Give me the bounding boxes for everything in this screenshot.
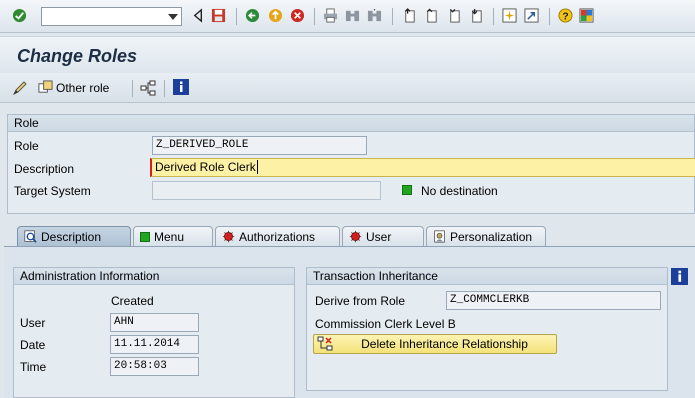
tab-description-label: Description bbox=[41, 229, 102, 244]
display-change-icon[interactable] bbox=[12, 80, 28, 96]
red-status-icon bbox=[349, 230, 362, 243]
tab-user[interactable]: User bbox=[342, 226, 424, 246]
date-field[interactable]: 11.11.2014 bbox=[110, 335, 199, 354]
next-page-icon[interactable] bbox=[447, 8, 462, 23]
derive-from-role-field[interactable]: Z_COMMCLERKB bbox=[446, 291, 661, 310]
new-session-icon[interactable] bbox=[502, 8, 517, 23]
destination-status: No destination bbox=[421, 184, 498, 198]
personalization-icon bbox=[434, 230, 445, 243]
print-icon[interactable] bbox=[323, 8, 338, 23]
status-indicator-icon bbox=[402, 185, 412, 195]
tab-description[interactable]: Description bbox=[17, 226, 131, 246]
find-next-icon[interactable] bbox=[367, 8, 382, 23]
save-icon[interactable] bbox=[211, 8, 226, 23]
info-icon[interactable] bbox=[173, 79, 189, 95]
description-value: Derived Role Clerk bbox=[155, 160, 256, 174]
magnifier-icon bbox=[24, 230, 37, 243]
role-group: Role Role Z_DERIVED_ROLE Description Der… bbox=[7, 114, 695, 214]
first-page-icon[interactable] bbox=[402, 8, 417, 23]
tab-authorizations[interactable]: Authorizations bbox=[215, 226, 340, 246]
transaction-inheritance-group: Transaction Inheritance Derive from Role… bbox=[306, 267, 668, 391]
svg-text:?: ? bbox=[562, 11, 568, 22]
date-label: Date bbox=[20, 338, 46, 352]
find-icon[interactable] bbox=[345, 8, 360, 23]
created-header: Created bbox=[111, 294, 154, 308]
red-status-icon bbox=[222, 230, 235, 243]
derive-from-role-label: Derive from Role bbox=[315, 294, 406, 308]
time-label: Time bbox=[20, 360, 47, 374]
delete-inheritance-button[interactable]: Delete Inheritance Relationship bbox=[313, 334, 557, 354]
tab-personalization-label: Personalization bbox=[450, 229, 533, 244]
tab-user-label: User bbox=[366, 229, 392, 244]
other-role-label: Other role bbox=[56, 80, 110, 95]
tab-authorizations-label: Authorizations bbox=[239, 229, 316, 244]
system-toolbar: ? bbox=[0, 0, 695, 33]
shortcut-icon[interactable] bbox=[524, 8, 539, 23]
exit-icon[interactable] bbox=[268, 8, 283, 23]
cancel-icon[interactable] bbox=[290, 8, 305, 23]
help-icon[interactable]: ? bbox=[558, 8, 573, 23]
other-role-button[interactable]: Other role bbox=[38, 80, 109, 95]
layout-icon[interactable] bbox=[579, 8, 594, 23]
delete-inheritance-label: Delete Inheritance Relationship bbox=[361, 337, 528, 351]
tab-menu[interactable]: Menu bbox=[133, 226, 213, 246]
role-field[interactable]: Z_DERIVED_ROLE bbox=[152, 136, 367, 155]
command-field[interactable] bbox=[41, 7, 182, 26]
application-toolbar: Other role bbox=[0, 73, 695, 103]
tab-personalization[interactable]: Personalization bbox=[426, 226, 546, 246]
target-system-field[interactable] bbox=[152, 181, 381, 200]
page-title: Change Roles bbox=[17, 46, 138, 66]
role-group-heading: Role bbox=[8, 115, 694, 132]
title-bar: Change Roles bbox=[0, 36, 695, 72]
other-object-icon bbox=[38, 80, 53, 93]
previous-page-icon[interactable] bbox=[424, 8, 439, 23]
last-page-icon[interactable] bbox=[469, 8, 484, 23]
info-icon[interactable] bbox=[671, 268, 688, 285]
admin-info-group: Administration Information Created User … bbox=[13, 267, 295, 398]
user-field[interactable]: AHN bbox=[110, 313, 199, 332]
back-icon[interactable] bbox=[191, 8, 206, 23]
green-status-icon bbox=[140, 231, 150, 242]
user-label: User bbox=[20, 316, 46, 330]
transaction-inheritance-heading: Transaction Inheritance bbox=[307, 268, 667, 285]
back-green-icon[interactable] bbox=[245, 8, 260, 23]
description-field[interactable]: Derived Role Clerk bbox=[150, 158, 695, 177]
delete-relationship-icon bbox=[317, 336, 333, 351]
chevron-down-icon[interactable] bbox=[164, 8, 181, 25]
description-label: Description bbox=[14, 162, 75, 176]
target-system-label: Target System bbox=[14, 184, 91, 198]
tab-menu-label: Menu bbox=[154, 229, 185, 244]
time-field[interactable]: 20:58:03 bbox=[110, 357, 199, 376]
derive-role-description: Commission Clerk Level B bbox=[315, 317, 456, 331]
enter-icon[interactable] bbox=[12, 8, 27, 23]
hierarchy-icon[interactable] bbox=[140, 80, 156, 96]
admin-info-heading: Administration Information bbox=[14, 268, 294, 285]
role-label: Role bbox=[14, 139, 39, 153]
